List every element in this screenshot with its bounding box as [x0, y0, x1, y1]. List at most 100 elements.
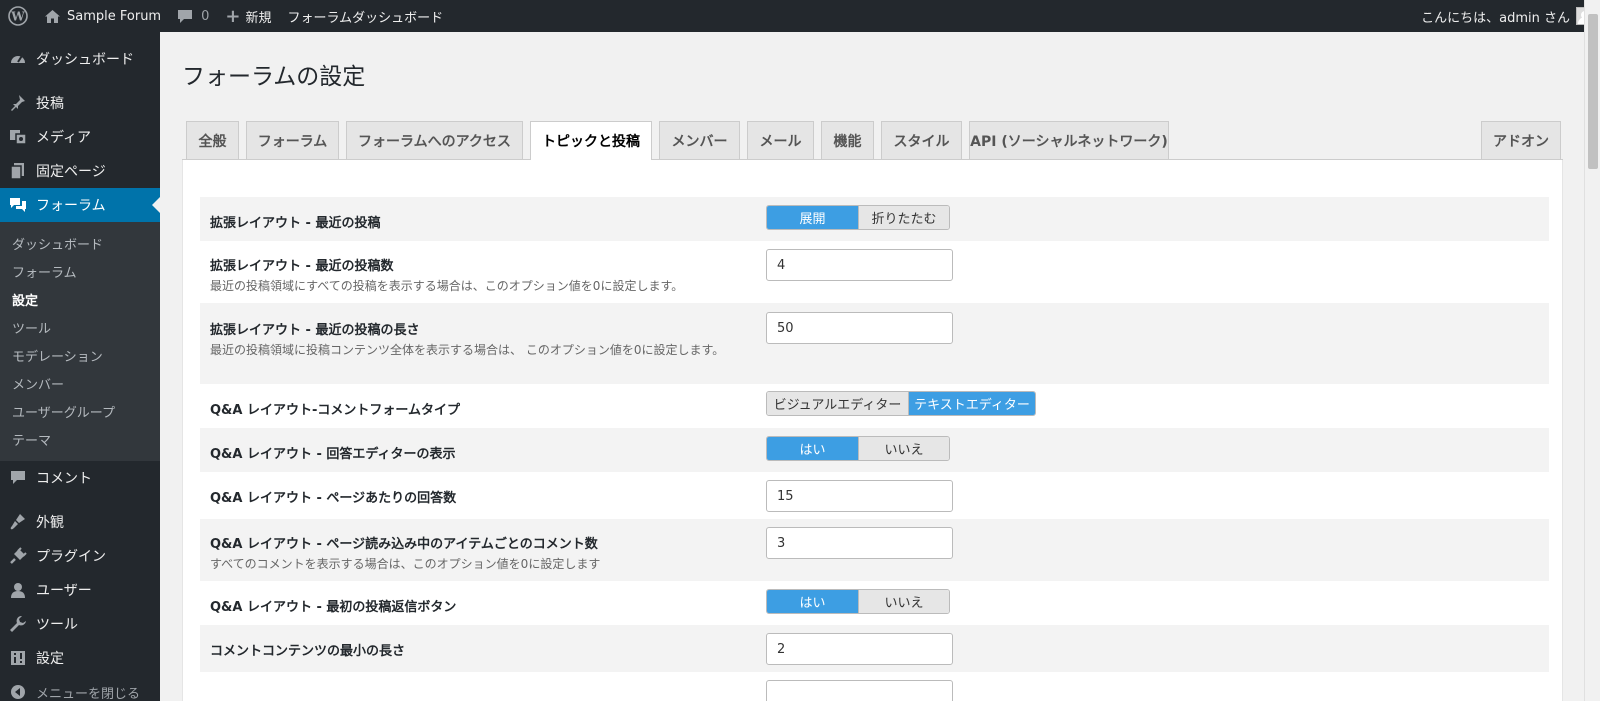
forum-dashboard-label: フォーラムダッシュボード [287, 10, 444, 26]
comments-count: 0 [201, 8, 210, 24]
setting-description: すべてのコメントを表示する場合は、このオプション値を0に設定します [210, 557, 601, 571]
setting-row: 拡張レイアウト - 最近の投稿 展開 折りたたむ [200, 197, 1549, 241]
menu-label: ダッシュボード [36, 52, 134, 68]
menu-label: ユーザー [36, 583, 92, 599]
menu-label: フォーラム [36, 198, 106, 214]
menu-media[interactable]: メディア [0, 120, 160, 154]
menu-forum[interactable]: フォーラム [0, 188, 160, 222]
menu-plugins[interactable]: プラグイン [0, 539, 160, 573]
site-name-link[interactable]: Sample Forum [36, 0, 169, 32]
scrollbar-thumb[interactable] [1588, 14, 1598, 169]
menu-tools[interactable]: ツール [0, 607, 160, 641]
users-icon [8, 582, 28, 598]
setting-label: 拡張レイアウト - 最近の投稿の長さ [210, 323, 420, 338]
submenu-tools[interactable]: ツール [0, 313, 160, 341]
setting-row: Q&A レイアウト - 最初の投稿返信ボタン はい いいえ [200, 581, 1549, 625]
submenu-themes[interactable]: テーマ [0, 425, 160, 453]
page-scrollbar[interactable] [1584, 0, 1600, 701]
toggle-option-no[interactable]: いいえ [858, 437, 949, 460]
recent-posts-count-input[interactable]: 4 [766, 249, 953, 281]
setting-row [200, 672, 1549, 701]
setting-row: 拡張レイアウト - 最近の投稿数 最近の投稿領域にすべての投稿を表示する場合は、… [200, 241, 1549, 303]
setting-row: 拡張レイアウト - 最近の投稿の長さ 最近の投稿領域に投稿コンテンツ全体を表示す… [200, 303, 1549, 384]
plugin-icon [8, 547, 28, 565]
submenu-forum[interactable]: フォーラム [0, 257, 160, 285]
answer-editor-toggle: はい いいえ [766, 436, 950, 461]
settings-panel: 拡張レイアウト - 最近の投稿 展開 折りたたむ 拡張レイアウト - 最近の投稿… [182, 160, 1563, 701]
menu-posts[interactable]: 投稿 [0, 86, 160, 120]
menu-appearance[interactable]: 外観 [0, 505, 160, 539]
toggle-option-yes[interactable]: はい [767, 437, 858, 460]
tab-api-social[interactable]: API (ソーシャルネットワーク) [969, 121, 1169, 160]
toggle-option-no[interactable]: いいえ [858, 590, 949, 613]
comment-icon [8, 470, 28, 486]
answers-per-page-input[interactable]: 15 [766, 480, 953, 512]
comment-bubble-icon [178, 9, 193, 23]
toggle-option-collapse[interactable]: 折りたたむ [858, 206, 949, 229]
menu-dashboard[interactable]: ダッシュボード [0, 42, 160, 76]
setting-label: Q&A レイアウト - 回答エディターの表示 [210, 447, 456, 462]
main-content: フォーラムの設定 全般 フォーラム フォーラムへのアクセス トピックと投稿 メン… [160, 32, 1580, 701]
admin-sidebar: ダッシュボード 投稿 メディア 固定ページ フォーラム ダッシュボード フォーラ… [0, 32, 160, 701]
tab-features[interactable]: 機能 [821, 121, 874, 160]
svg-text:W: W [10, 10, 25, 24]
toggle-option-visual-editor[interactable]: ビジュアルエディター [767, 392, 908, 415]
setting-row: Q&A レイアウト - ページあたりの回答数 15 [200, 472, 1549, 519]
collapse-menu-button[interactable]: メニューを閉じる [0, 675, 160, 701]
tab-members[interactable]: メンバー [659, 121, 740, 160]
tab-addons[interactable]: アドオン [1481, 121, 1561, 160]
menu-label: 外観 [36, 515, 64, 531]
setting-row: Q&A レイアウト - 回答エディターの表示 はい いいえ [200, 428, 1549, 472]
comments-per-item-input[interactable]: 3 [766, 527, 953, 559]
greeting-text: こんにちは、admin さん [1421, 10, 1570, 26]
toggle-option-text-editor[interactable]: テキストエディター [908, 392, 1035, 415]
submenu-members[interactable]: メンバー [0, 369, 160, 397]
forum-dashboard-link[interactable]: フォーラムダッシュボード [279, 0, 451, 32]
setting-row: Q&A レイアウト - ページ読み込み中のアイテムごとのコメント数 すべてのコメ… [200, 519, 1549, 581]
setting-label: Q&A レイアウト - 最初の投稿返信ボタン [210, 600, 457, 615]
setting-row: Q&A レイアウト-コメントフォームタイプ ビジュアルエディター テキストエディ… [200, 384, 1549, 428]
wordpress-logo-icon[interactable]: W [0, 0, 36, 32]
tab-forum-access[interactable]: フォーラムへのアクセス [346, 121, 523, 160]
submenu-settings[interactable]: 設定 [0, 285, 160, 313]
settings-icon [8, 650, 28, 666]
setting-label: Q&A レイアウト - ページ読み込み中のアイテムごとのコメント数 [210, 537, 598, 552]
toggle-option-expand[interactable]: 展開 [767, 206, 858, 229]
first-post-reply-button-toggle: はい いいえ [766, 589, 950, 614]
home-icon [45, 9, 60, 23]
pin-icon [8, 94, 28, 112]
tab-email[interactable]: メール [747, 121, 814, 160]
setting-label: Q&A レイアウト - ページあたりの回答数 [210, 491, 457, 506]
submenu-usergroups[interactable]: ユーザーグループ [0, 397, 160, 425]
setting-label: コメントコンテンツの最小の長さ [210, 644, 406, 659]
setting-description: 最近の投稿領域にすべての投稿を表示する場合は、このオプション値を0に設定します。 [210, 279, 684, 293]
tab-topics-posts[interactable]: トピックと投稿 [530, 121, 652, 161]
toggle-option-yes[interactable]: はい [767, 590, 858, 613]
tools-icon [8, 615, 28, 633]
menu-label: メニューを閉じる [36, 686, 141, 701]
next-setting-input[interactable] [766, 680, 953, 701]
menu-comments[interactable]: コメント [0, 461, 160, 495]
settings-tabs: 全般 フォーラム フォーラムへのアクセス トピックと投稿 メンバー メール 機能… [182, 121, 1563, 161]
tab-style[interactable]: スタイル [881, 121, 962, 160]
submenu-dashboard[interactable]: ダッシュボード [0, 229, 160, 257]
menu-settings[interactable]: 設定 [0, 641, 160, 675]
setting-description: 最近の投稿領域に投稿コンテンツ全体を表示する場合は、 このオプション値を0に設定… [210, 343, 725, 357]
site-name: Sample Forum [67, 8, 162, 24]
submenu-moderation[interactable]: モデレーション [0, 341, 160, 369]
menu-label: ツール [36, 617, 78, 633]
comments-link[interactable]: 0 [169, 0, 217, 32]
menu-pages[interactable]: 固定ページ [0, 154, 160, 188]
new-content-link[interactable]: + 新規 [217, 0, 279, 32]
dashboard-icon [8, 50, 28, 68]
comment-form-type-toggle: ビジュアルエディター テキストエディター [766, 391, 1036, 416]
my-account-link[interactable]: こんにちは、admin さん [1413, 0, 1600, 32]
menu-label: 設定 [36, 651, 64, 667]
menu-users[interactable]: ユーザー [0, 573, 160, 607]
menu-label: メディア [36, 130, 92, 146]
pages-icon [8, 162, 28, 180]
comment-min-length-input[interactable]: 2 [766, 633, 953, 665]
tab-forum[interactable]: フォーラム [246, 121, 339, 160]
recent-posts-length-input[interactable]: 50 [766, 312, 953, 344]
tab-general[interactable]: 全般 [186, 121, 239, 160]
